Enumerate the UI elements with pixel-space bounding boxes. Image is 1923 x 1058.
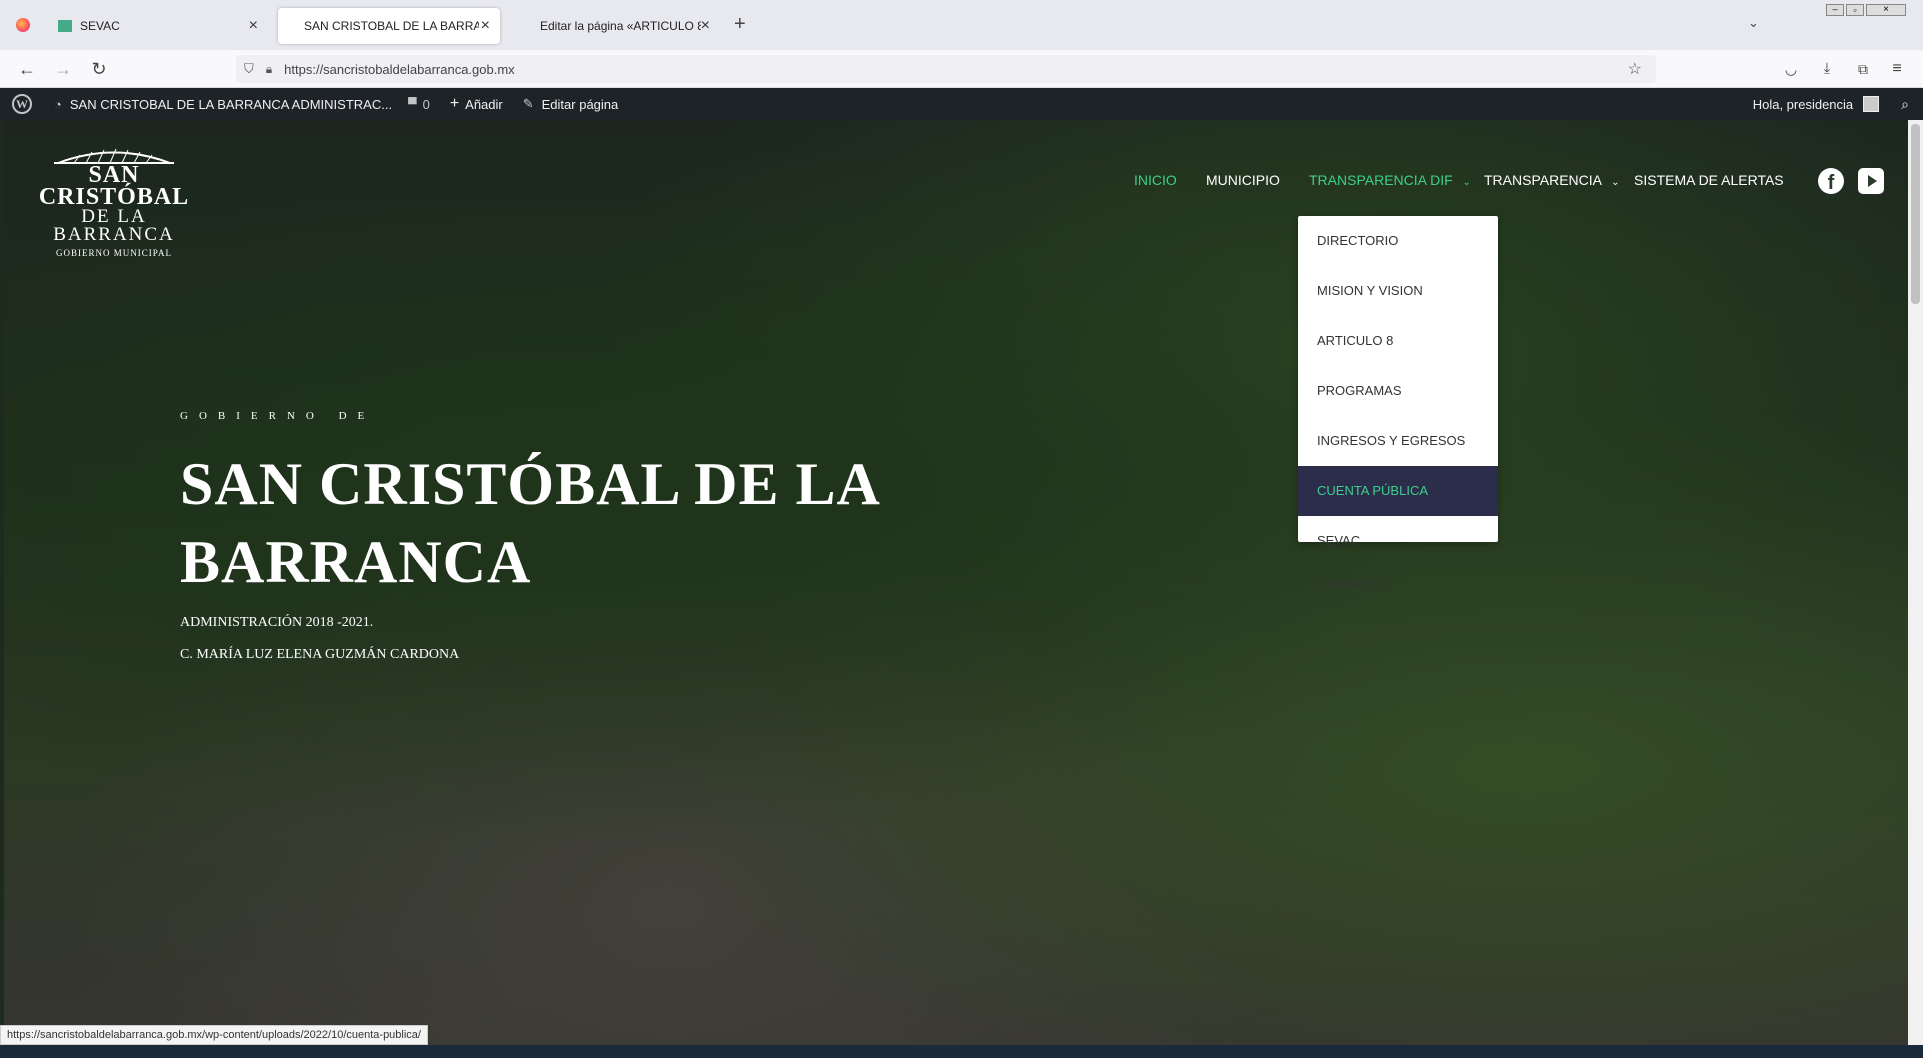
- bookmark-star-icon[interactable]: ☆: [1628, 59, 1642, 79]
- tab-title: Editar la página «ARTICULO 8»: [540, 19, 701, 33]
- new-tab-icon[interactable]: +: [734, 13, 746, 36]
- os-taskbar: [0, 1045, 1923, 1058]
- maximize-icon[interactable]: ▫: [1846, 4, 1864, 16]
- close-icon[interactable]: ×: [249, 17, 258, 35]
- greeting: Hola, presidencia: [1752, 96, 1854, 112]
- dashboard-icon: ◔: [54, 96, 62, 112]
- back-icon[interactable]: ←: [16, 58, 38, 80]
- shield-icon: ⛉: [244, 61, 254, 76]
- facebook-icon[interactable]: f: [1818, 168, 1844, 194]
- menu-item-municipio[interactable]: MUNICIPIO: [1206, 172, 1280, 188]
- wp-site-link[interactable]: ◔ SAN CRISTOBAL DE LA BARRANCA ADMINISTR…: [54, 97, 392, 112]
- sevac-favicon-icon: [58, 20, 72, 32]
- forward-icon[interactable]: →: [52, 58, 74, 80]
- status-bar-link-preview: https://sancristobaldelabarranca.gob.mx/…: [0, 1025, 428, 1045]
- menu-item-label: TRANSPARENCIA: [1484, 172, 1602, 188]
- dropdown-item-ingresos-y-egresos[interactable]: INGRESOS Y EGRESOS: [1298, 416, 1498, 466]
- tab-editar-pagina[interactable]: Editar la página «ARTICULO 8» ×: [510, 8, 720, 44]
- tab-title: SEVAC: [80, 19, 120, 33]
- site-name: SAN CRISTOBAL DE LA BARRANCA ADMINISTRAC…: [69, 96, 393, 112]
- tab-list-chevron-icon[interactable]: ⌄: [1748, 15, 1759, 31]
- close-window-icon[interactable]: ×: [1866, 4, 1906, 16]
- transparencia-dif-dropdown: DIRECTORIO MISION Y VISION ARTICULO 8 PR…: [1298, 216, 1498, 592]
- comments-count: 0: [422, 96, 430, 112]
- tab-sevac[interactable]: SEVAC ×: [48, 8, 268, 44]
- chevron-down-icon: ⌄: [1611, 177, 1620, 188]
- add-label: Añadir: [465, 96, 503, 112]
- logo-line-3: GOBIERNO MUNICIPAL: [56, 248, 172, 258]
- browser-navbar: ← → ↻ ⛉ 🔒︎ https://sancristobaldelabarra…: [0, 50, 1923, 88]
- search-icon[interactable]: ⌕: [1901, 96, 1909, 113]
- pocket-icon[interactable]: ◡: [1780, 58, 1802, 80]
- hero-subtitle-1: ADMINISTRACIÓN 2018 -2021.: [180, 615, 374, 630]
- dropdown-item-contacto[interactable]: CONTACTO: [1298, 572, 1498, 598]
- plus-icon: +: [449, 95, 460, 112]
- wordpress-logo-icon[interactable]: W: [12, 94, 32, 114]
- menu-item-label: TRANSPARENCIA DIF: [1309, 172, 1453, 188]
- wp-add-new-link[interactable]: + Añadir: [450, 95, 503, 113]
- minimize-icon[interactable]: –: [1826, 4, 1844, 16]
- chevron-down-icon: ⌄: [1462, 177, 1471, 188]
- dropdown-item-sevac[interactable]: SEVAC: [1298, 516, 1498, 566]
- tab-title: SAN CRISTOBAL DE LA BARRAI: [304, 19, 479, 33]
- wp-account-area[interactable]: Hola, presidencia ⌕: [1753, 96, 1909, 113]
- youtube-icon[interactable]: [1858, 168, 1884, 194]
- tab-san-cristobal[interactable]: SAN CRISTOBAL DE LA BARRAI ×: [278, 8, 500, 44]
- dropdown-item-mision-y-vision[interactable]: MISION Y VISION: [1298, 266, 1498, 316]
- menu-item-transparencia-dif[interactable]: TRANSPARENCIA DIF ⌄: [1309, 172, 1471, 188]
- downloads-icon[interactable]: ⤓: [1816, 58, 1838, 80]
- menu-item-sistema-de-alertas[interactable]: SISTEMA DE ALERTAS: [1634, 172, 1784, 188]
- url-text: https://sancristobaldelabarranca.gob.mx: [284, 61, 515, 77]
- dropdown-item-programas[interactable]: PROGRAMAS: [1298, 366, 1498, 416]
- avatar: [1863, 96, 1880, 112]
- page-scrollbar[interactable]: [1908, 120, 1923, 1045]
- browser-tab-strip: SEVAC × SAN CRISTOBAL DE LA BARRAI × Edi…: [0, 0, 1923, 50]
- menu-icon[interactable]: ≡: [1886, 58, 1908, 80]
- hero-subtitle-2: C. MARÍA LUZ ELENA GUZMÁN CARDONA: [180, 647, 460, 662]
- close-icon[interactable]: ×: [481, 17, 490, 35]
- reload-icon[interactable]: ↻: [88, 58, 110, 80]
- wp-admin-bar: W ◔ SAN CRISTOBAL DE LA BARRANCA ADMINIS…: [0, 88, 1923, 120]
- firefox-icon: [16, 18, 30, 32]
- pencil-icon: ✎: [522, 96, 534, 111]
- hero-background: SAN CRISTÓBAL DE LA BARRANCA GOBIERNO MU…: [4, 120, 1908, 1045]
- hero-title-line-1: SAN CRISTÓBAL DE LA: [180, 451, 881, 517]
- wp-edit-page-link[interactable]: ✎ Editar página: [523, 96, 619, 112]
- dropdown-item-directorio[interactable]: DIRECTORIO: [1298, 216, 1498, 266]
- close-icon[interactable]: ×: [701, 17, 710, 35]
- wp-comments-link[interactable]: ▀ 0: [408, 97, 430, 112]
- bridge-arch-icon: [54, 148, 174, 164]
- menu-item-inicio[interactable]: INICIO: [1134, 172, 1177, 188]
- main-menu: INICIO MUNICIPIO TRANSPARENCIA DIF ⌄ TRA…: [4, 172, 1908, 212]
- lock-icon: 🔒︎: [265, 61, 273, 76]
- logo-line-2: DE LA BARRANCA: [53, 206, 175, 245]
- dropdown-item-cuenta-publica[interactable]: CUENTA PÚBLICA: [1298, 466, 1498, 516]
- comment-icon: ▀: [408, 97, 417, 111]
- menu-item-transparencia[interactable]: TRANSPARENCIA ⌄: [1484, 172, 1620, 188]
- url-bar[interactable]: ⛉ 🔒︎ https://sancristobaldelabarranca.go…: [236, 55, 1656, 83]
- hero-title-line-2: BARRANCA: [180, 529, 532, 595]
- scrollbar-thumb[interactable]: [1911, 124, 1920, 304]
- extensions-icon[interactable]: ⧉: [1852, 58, 1874, 80]
- dropdown-item-articulo-8[interactable]: ARTICULO 8: [1298, 316, 1498, 366]
- hero-kicker: GOBIERNO DE: [180, 410, 376, 422]
- edit-label: Editar página: [541, 96, 619, 112]
